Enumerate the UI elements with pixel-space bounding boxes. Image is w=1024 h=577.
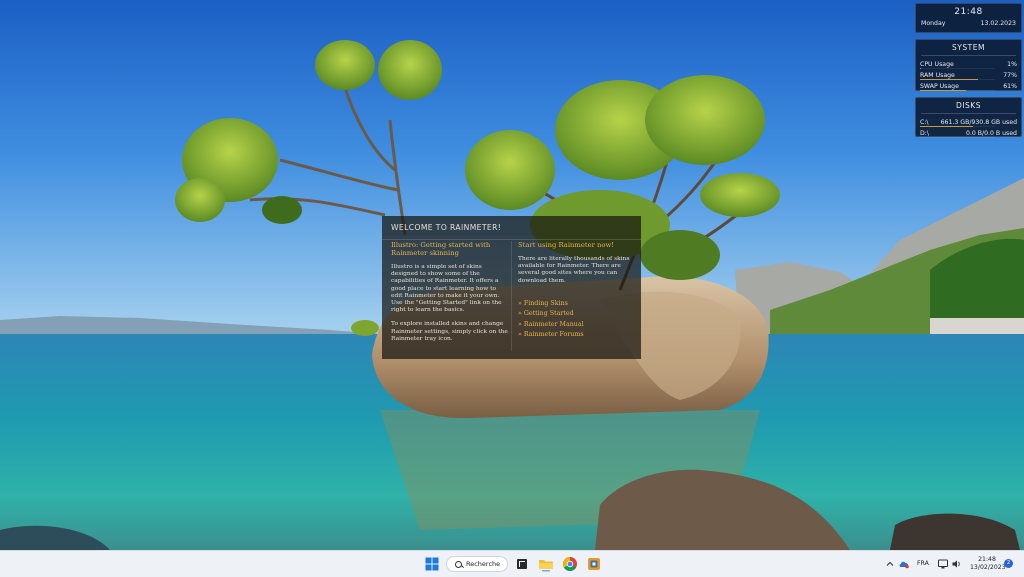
widget-clock-date: 13.02.2023 bbox=[980, 20, 1016, 27]
swap-usage-row: SWAP Usage 61% bbox=[916, 81, 1021, 92]
stat-value: 77% bbox=[1003, 72, 1017, 79]
welcome-right-column: Start using Rainmeter now! There are lit… bbox=[518, 241, 636, 341]
rainmeter-disks-widget[interactable]: DISKS C:\ 661.3 GB/930.8 GB used D:\ 0.0… bbox=[915, 97, 1022, 139]
chevron-up-icon[interactable] bbox=[885, 559, 895, 569]
disk-label: C:\ bbox=[920, 119, 929, 126]
welcome-left-column: Illustro: Getting started with Rainmeter… bbox=[391, 241, 509, 350]
ram-usage-row: RAM Usage 77% bbox=[916, 70, 1021, 81]
stat-value: 1% bbox=[1007, 61, 1017, 68]
column-divider bbox=[511, 241, 512, 351]
notification-badge[interactable]: 2 bbox=[1004, 559, 1013, 568]
taskbar-search-button[interactable]: Recherche bbox=[446, 556, 508, 572]
right-paragraph-1: There are literally thousands of skins a… bbox=[518, 256, 630, 284]
speaker-icon[interactable] bbox=[951, 558, 963, 570]
link-finding-skins[interactable]: » Finding Skins bbox=[518, 299, 636, 310]
rainmeter-icon[interactable] bbox=[586, 556, 602, 572]
right-heading: Start using Rainmeter now! bbox=[518, 241, 615, 249]
system-widget-title: SYSTEM bbox=[921, 40, 1016, 56]
usage-bar-fill bbox=[920, 68, 921, 69]
rainmeter-welcome-panel[interactable]: WELCOME TO RAINMETER! Illustro: Getting … bbox=[382, 216, 641, 359]
disk-c-row[interactable]: C:\ 661.3 GB/930.8 GB used bbox=[916, 117, 1021, 128]
rainmeter-system-widget[interactable]: SYSTEM CPU Usage 1% RAM Usage 77% SWAP U… bbox=[915, 39, 1022, 91]
left-paragraph-2: To explore installed skins and change Ra… bbox=[391, 321, 508, 342]
taskbar: Recherche FRA 21:48 13/02/2023 2 bbox=[0, 550, 1024, 577]
left-heading: Illustro: Getting started with Rainmeter… bbox=[391, 241, 491, 257]
link-getting-started[interactable]: » Getting Started bbox=[518, 309, 636, 320]
language-indicator[interactable]: FRA bbox=[917, 560, 929, 567]
task-view-icon[interactable] bbox=[514, 556, 530, 572]
file-explorer-icon[interactable] bbox=[538, 556, 554, 572]
welcome-title: WELCOME TO RAINMETER! bbox=[382, 216, 641, 240]
taskbar-clock[interactable]: 21:48 13/02/2023 bbox=[970, 556, 1006, 572]
windows-start-icon[interactable] bbox=[424, 556, 440, 572]
cloud-icon[interactable] bbox=[898, 558, 910, 570]
disk-value: 0.0 B/0.0 B used bbox=[965, 130, 1017, 137]
taskbar-time: 21:48 bbox=[978, 556, 996, 563]
rainmeter-clock-widget[interactable]: 21:48 Monday 13.02.2023 bbox=[915, 3, 1022, 33]
taskbar-date: 13/02/2023 bbox=[970, 564, 1006, 571]
stat-label: CPU Usage bbox=[920, 61, 954, 68]
stat-label: RAM Usage bbox=[920, 72, 955, 79]
left-paragraph-1: Illustro is a simple set of skins design… bbox=[391, 264, 502, 314]
stat-label: SWAP Usage bbox=[920, 83, 959, 90]
usage-bar-fill bbox=[920, 79, 978, 80]
usage-bar bbox=[920, 68, 995, 69]
disk-value: 661.3 GB/930.8 GB used bbox=[940, 119, 1017, 126]
network-icon[interactable] bbox=[937, 558, 949, 570]
link-rainmeter-forums[interactable]: » Rainmeter Forums bbox=[518, 330, 636, 341]
widget-clock-day: Monday bbox=[921, 20, 946, 27]
disk-bar bbox=[920, 126, 995, 127]
widget-clock-time: 21:48 bbox=[954, 7, 983, 17]
search-label: Recherche bbox=[466, 560, 501, 568]
search-icon bbox=[455, 560, 462, 568]
cpu-usage-row: CPU Usage 1% bbox=[916, 59, 1021, 70]
welcome-links: » Finding Skins » Getting Started » Rain… bbox=[518, 299, 636, 341]
usage-bar bbox=[920, 90, 995, 91]
disk-bar-fill bbox=[920, 126, 974, 127]
usage-bar-fill bbox=[920, 90, 966, 91]
usage-bar bbox=[920, 79, 995, 80]
disk-bar bbox=[920, 137, 995, 138]
stat-value: 61% bbox=[1003, 83, 1017, 90]
disks-widget-title: DISKS bbox=[921, 98, 1016, 114]
chrome-icon[interactable] bbox=[562, 556, 578, 572]
link-rainmeter-manual[interactable]: » Rainmeter Manual bbox=[518, 320, 636, 331]
disk-label: D:\ bbox=[920, 130, 929, 137]
disk-d-row[interactable]: D:\ 0.0 B/0.0 B used bbox=[916, 128, 1021, 139]
